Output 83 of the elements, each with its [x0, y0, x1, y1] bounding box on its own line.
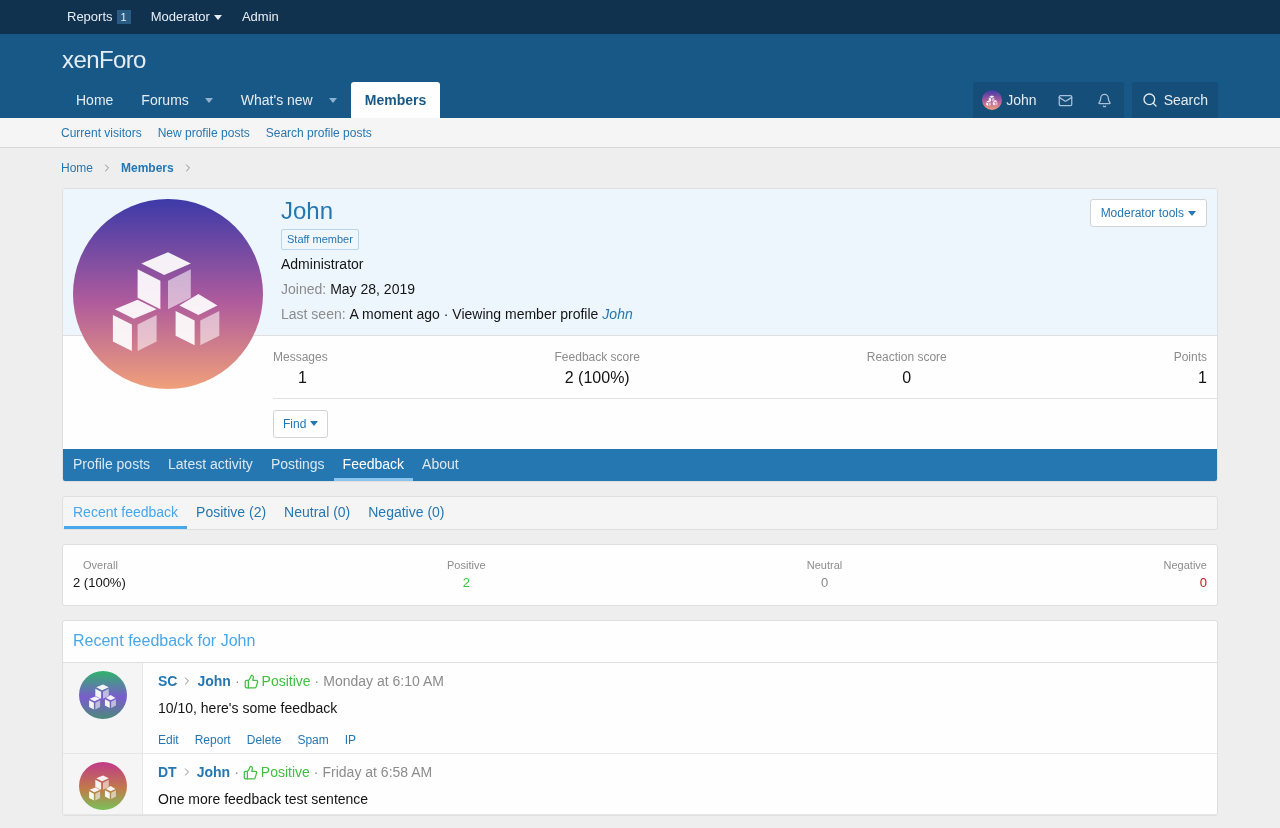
breadcrumb-link[interactable]: Members	[121, 159, 174, 177]
mail-icon[interactable]	[1057, 92, 1073, 108]
sub-nav-link[interactable]: New profile posts	[157, 123, 250, 142]
separator-dot: ·	[234, 671, 240, 691]
last-seen-label: Last seen:	[281, 304, 346, 324]
sub-nav-link[interactable]: Current visitors	[61, 123, 142, 142]
joined-date: May 28, 2019	[330, 279, 415, 299]
stat-value: 0	[902, 367, 912, 388]
profile-tab[interactable]: Latest activity	[159, 448, 262, 481]
summary-label: Neutral	[806, 557, 843, 573]
joined-label: Joined:	[281, 279, 327, 299]
top-bar-link[interactable]: Moderator	[150, 7, 222, 27]
last-seen-text: A moment ago · Viewing member profile	[349, 304, 599, 324]
stat-label: Reaction score	[866, 348, 947, 366]
filter-tab[interactable]: Negative (0)	[359, 496, 454, 529]
timestamp: Monday at 6:10 AM	[323, 671, 444, 691]
search-icon	[1141, 92, 1158, 108]
avatar	[78, 761, 127, 810]
stat-value: 2 (100%)	[564, 367, 630, 388]
card-title: Recent feedback for John	[63, 620, 1217, 663]
breadcrumb-link[interactable]: Home	[61, 159, 93, 177]
recipient-link[interactable]: John	[197, 670, 231, 692]
stat-label: Messages	[273, 348, 328, 366]
caret-icon	[1188, 210, 1196, 216]
summary-value: 0	[820, 574, 829, 592]
caret-icon	[328, 98, 337, 104]
summary-value: 2 (100%)	[73, 574, 126, 592]
action-link[interactable]: IP	[344, 730, 357, 749]
filter-tab[interactable]: Recent feedback	[64, 496, 188, 529]
avatar	[982, 90, 1003, 110]
feedback-text: 10/10, here's some feedback	[158, 698, 339, 718]
nav-tab[interactable]: Home	[62, 82, 128, 118]
nav-tab[interactable]: Members	[350, 82, 441, 118]
search-button[interactable]: Search	[1131, 82, 1218, 118]
summary-label: Overall	[82, 557, 118, 573]
separator-dot: ·	[234, 762, 239, 782]
find-button[interactable]: Find	[273, 409, 329, 438]
profile-tab[interactable]: Postings	[261, 448, 334, 481]
profile-name: John	[281, 197, 335, 225]
user-title: Administrator	[281, 254, 365, 274]
author-link[interactable]: SC	[158, 670, 178, 692]
filter-tab[interactable]: Neutral (0)	[275, 496, 360, 529]
filter-tab[interactable]: Positive (2)	[187, 496, 276, 529]
stat-label: Points	[1173, 348, 1207, 366]
sub-nav-link[interactable]: Search profile posts	[265, 123, 372, 142]
summary-value: 2	[462, 574, 470, 592]
profile-tab[interactable]: Feedback	[333, 448, 414, 481]
profile-tab[interactable]: Profile posts	[64, 448, 160, 481]
avatar	[78, 670, 127, 719]
top-bar-link[interactable]: Reports 1	[67, 7, 131, 27]
thumbs-up-icon	[243, 673, 259, 689]
stat-label: Feedback score	[554, 348, 640, 366]
caret-icon	[310, 421, 319, 426]
rating-label: Positive	[243, 670, 311, 692]
nav-tab[interactable]: Forums	[127, 82, 227, 118]
top-bar-link[interactable]: Admin	[241, 7, 279, 27]
action-link[interactable]: Spam	[297, 730, 329, 749]
caret-icon	[204, 98, 213, 104]
timestamp: Friday at 6:58 AM	[322, 762, 433, 782]
feedback-text: One more feedback test sentence	[158, 789, 370, 809]
caret-icon	[213, 14, 222, 20]
summary-label: Positive	[447, 557, 486, 573]
nav-tab[interactable]: What's new	[226, 82, 351, 118]
count-badge: 1	[116, 10, 131, 24]
action-link[interactable]: Edit	[158, 730, 179, 749]
profile-tab[interactable]: About	[413, 448, 468, 481]
summary-value: 0	[1199, 574, 1207, 592]
moderator-tools-button[interactable]: Moderator tools	[1089, 199, 1207, 227]
action-link[interactable]: Delete	[246, 730, 282, 749]
stat-value: 1	[1198, 367, 1207, 388]
action-link[interactable]: Report	[194, 730, 231, 749]
stat-value: 1	[297, 367, 307, 388]
author-link[interactable]: DT	[158, 761, 177, 783]
logo[interactable]: xenForo	[62, 46, 1218, 74]
separator-dot: ·	[314, 671, 320, 691]
bell-icon[interactable]	[1096, 92, 1112, 108]
profile-link[interactable]: John	[602, 303, 633, 325]
staff-banner: Staff member	[281, 229, 359, 250]
recipient-link[interactable]: John	[196, 761, 231, 783]
thumbs-up-icon	[242, 764, 258, 780]
summary-label: Negative	[1163, 557, 1207, 573]
separator-dot: ·	[313, 762, 319, 782]
rating-label: Positive	[242, 761, 310, 783]
